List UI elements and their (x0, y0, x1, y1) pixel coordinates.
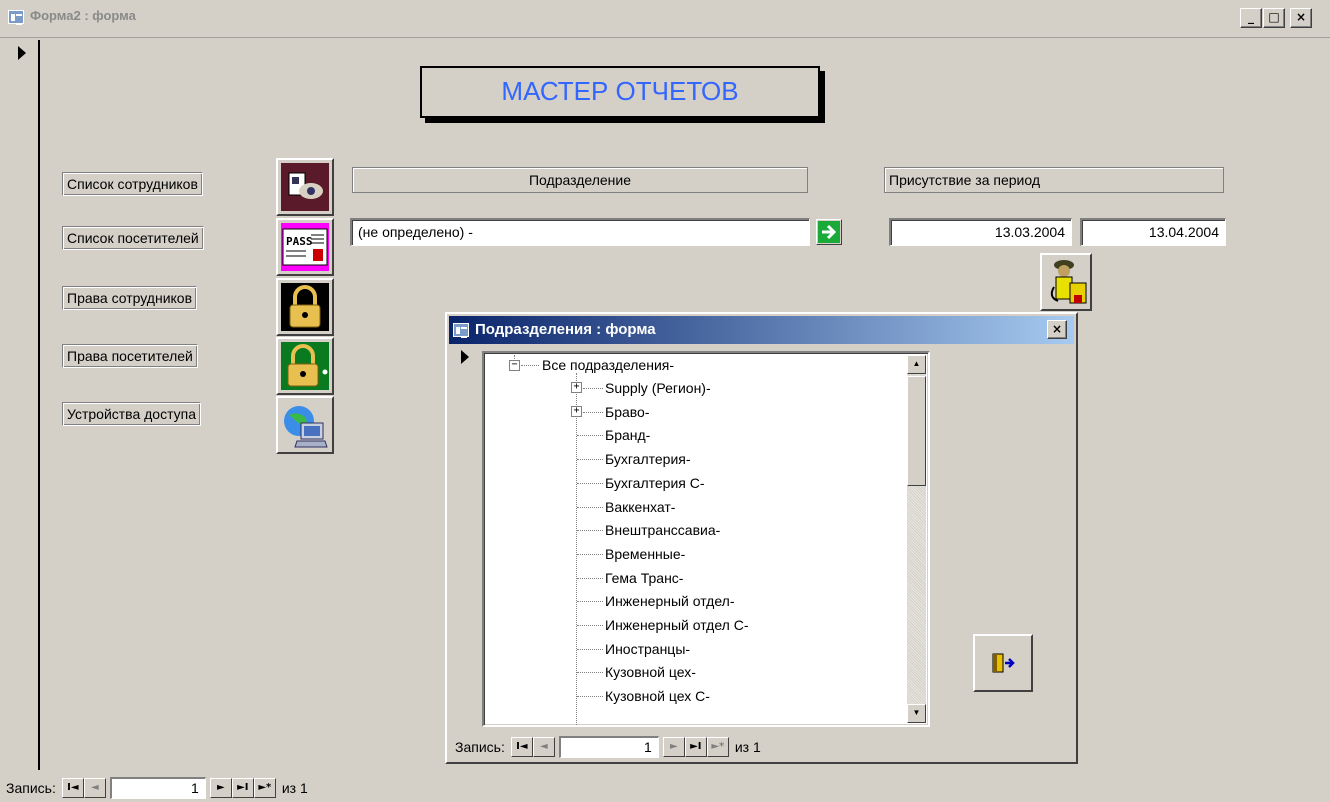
tree-line (577, 553, 603, 555)
departments-tree[interactable]: − Все подразделения- + Supply (Регион)- + Б… (482, 351, 930, 727)
tree-line (577, 648, 603, 650)
tree-root-item[interactable]: Все подразделения- (542, 354, 674, 377)
tree-item[interactable]: Бранд- (605, 424, 650, 447)
tree-item[interactable]: Иностранцы- (605, 638, 690, 661)
tree-scrollbar[interactable]: ▲ ▼ (907, 355, 926, 723)
record-selector-bar[interactable] (10, 40, 40, 770)
exit-door-icon (992, 653, 1015, 673)
dialog-title: Подразделения : форма (475, 321, 656, 338)
tree-item[interactable]: Бухгалтерия- (605, 448, 691, 471)
tree-item[interactable]: Кузовной цех- (605, 661, 696, 684)
scroll-down-button[interactable]: ▼ (907, 704, 926, 723)
form-icon (8, 10, 24, 25)
tree-line (577, 459, 603, 461)
first-record-button[interactable]: I◄ (61, 778, 84, 798)
visitor-rights-label: Права посетителей (62, 344, 198, 368)
department-field[interactable]: (не определено) - (350, 218, 810, 246)
arrow-right-icon (818, 221, 840, 243)
dialog-next-record-button[interactable]: ► (662, 737, 685, 757)
tree-line (577, 435, 603, 437)
tree-item[interactable]: Гема Транс- (605, 567, 683, 590)
visitor-rights-button[interactable] (276, 337, 334, 395)
tree-item[interactable]: Supply (Регион)- (605, 377, 711, 400)
dialog-record-navigation: Запись: I◄ ◄ 1 ► ►I ►* из 1 (455, 735, 761, 759)
period-report-button[interactable] (1040, 253, 1092, 311)
padlock-dot-icon (281, 342, 329, 390)
window-title: Форма2 : форма (30, 8, 136, 23)
current-record-arrow-icon (18, 46, 26, 60)
tree-item[interactable]: Браво- (605, 401, 650, 424)
tree-line (577, 530, 603, 532)
dialog-first-record-button[interactable]: I◄ (510, 737, 533, 757)
svg-text:PASS: PASS (286, 235, 313, 248)
new-record-button[interactable]: ►* (253, 778, 276, 798)
employee-rights-button[interactable] (276, 278, 334, 336)
employee-list-button[interactable] (276, 158, 334, 216)
tree-line (583, 411, 603, 413)
employee-card-icon (281, 163, 329, 211)
departments-dialog: Подразделения : форма × − Все подразделе… (445, 312, 1078, 764)
period-label: Присутствие за период (884, 167, 1224, 193)
dialog-record-label: Запись: (455, 739, 505, 755)
dialog-new-record-button[interactable]: ►* (706, 737, 729, 757)
close-button[interactable]: × (1290, 8, 1312, 28)
scroll-thumb[interactable] (907, 376, 926, 486)
tree-line (577, 625, 603, 626)
window-title-bar: Форма2 : форма _ □ × (0, 0, 1330, 38)
maximize-button[interactable]: □ (1263, 8, 1285, 28)
dialog-record-count: из 1 (734, 739, 761, 755)
date-from-field[interactable]: 13.03.2004 (889, 218, 1072, 246)
date-to-field[interactable]: 13.04.2004 (1080, 218, 1226, 246)
tree-item[interactable]: Кузовной цех С- (605, 685, 710, 708)
dialog-prev-record-button[interactable]: ◄ (532, 737, 555, 757)
tree-line (577, 672, 603, 674)
last-record-button[interactable]: ►I (231, 778, 254, 798)
tree-line (577, 601, 603, 603)
tree-line (521, 365, 539, 366)
dialog-record-number-input[interactable]: 1 (558, 736, 659, 758)
dialog-title-bar: Подразделения : форма × (449, 316, 1074, 344)
tree-line (576, 373, 577, 725)
visitor-list-button[interactable]: PASS (276, 218, 334, 276)
exit-button[interactable] (973, 634, 1033, 692)
dialog-last-record-button[interactable]: ►I (684, 737, 707, 757)
record-label: Запись: (6, 780, 56, 796)
network-computer-icon (284, 406, 328, 448)
tree-item[interactable]: Инженерный отдел С- (605, 614, 749, 637)
tree-item[interactable]: Временные- (605, 543, 685, 566)
dialog-current-record-arrow-icon (461, 350, 469, 364)
tree-line (577, 506, 603, 508)
dialog-close-button[interactable]: × (1047, 320, 1067, 339)
department-select-button[interactable] (816, 219, 842, 245)
collapse-root-icon[interactable]: − (509, 360, 520, 371)
minimize-button[interactable]: _ (1240, 8, 1262, 28)
tree-item[interactable]: Ваккенхат- (605, 496, 675, 519)
visitor-list-label: Список посетителей (62, 226, 204, 250)
dialog-form-icon (453, 323, 469, 338)
employee-rights-label: Права сотрудников (62, 286, 198, 310)
scroll-up-button[interactable]: ▲ (907, 355, 926, 374)
padlock-icon (281, 283, 329, 331)
tree-item[interactable]: Инженерный отдел- (605, 590, 735, 613)
tree-line (577, 696, 603, 698)
expand-item-icon[interactable]: + (571, 405, 582, 417)
expand-item-icon[interactable]: + (571, 382, 582, 393)
record-number-input[interactable]: 1 (109, 777, 206, 799)
guard-report-icon (1050, 260, 1087, 304)
department-label: Подразделение (352, 167, 808, 193)
employee-list-label: Список сотрудников (62, 172, 203, 196)
record-count: из 1 (281, 780, 308, 796)
prev-record-button[interactable]: ◄ (83, 778, 106, 798)
access-devices-button[interactable] (276, 396, 334, 454)
report-wizard-title: МАСТЕР ОТЧЕТОВ (420, 66, 820, 118)
access-devices-label: Устройства доступа (62, 402, 202, 426)
visitor-pass-icon: PASS (281, 223, 329, 271)
tree-line (583, 388, 603, 389)
tree-item[interactable]: Бухгалтерия С- (605, 472, 705, 495)
tree-line (577, 482, 603, 484)
record-navigation: Запись: I◄ ◄ 1 ► ►I ►* из 1 (6, 776, 308, 800)
tree-item[interactable]: Внештранссавиа- (605, 519, 720, 542)
next-record-button[interactable]: ► (209, 778, 232, 798)
tree-line (577, 577, 603, 579)
